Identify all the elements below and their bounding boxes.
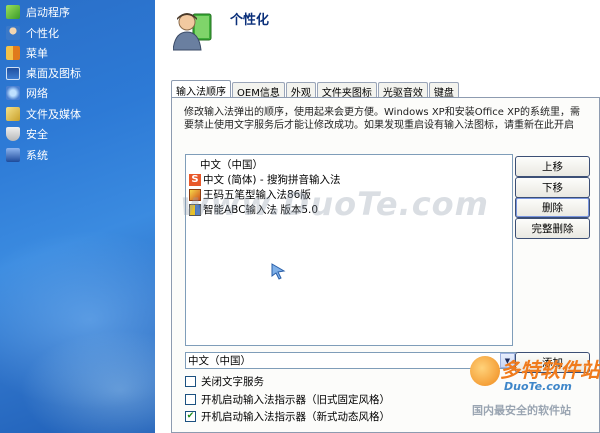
watermark-brand: 多特软件站 (500, 358, 600, 382)
sidebar-item-desktop[interactable]: 桌面及图标 (6, 64, 81, 82)
watermark-logo: 多特软件站 DuoTe.com 国内最安全的软件站 (470, 352, 600, 422)
list-item-label: 中文（中国） (200, 159, 263, 171)
sidebar-item-label: 文件及媒体 (26, 108, 81, 121)
watermark-site: DuoTe.com (504, 380, 572, 393)
network-icon (6, 86, 20, 100)
language-select-value: 中文（中国） (188, 355, 251, 367)
media-icon (6, 107, 20, 121)
checkbox-label: 开机启动输入法指示器（新式动态风格） (201, 410, 390, 423)
sidebar-item-personalize[interactable]: 个性化 (6, 24, 59, 42)
sidebar-item-label: 安全 (26, 128, 48, 141)
checkbox-box[interactable] (185, 393, 196, 405)
sidebar-item-startup[interactable]: 启动程序 (6, 3, 70, 21)
list-item[interactable]: 中文（中国） (200, 157, 263, 172)
sidebar-item-label: 个性化 (26, 27, 59, 40)
close-text-services-checkbox[interactable]: 关闭文字服务 (185, 374, 264, 388)
checkbox-label: 关闭文字服务 (201, 375, 264, 388)
ime-listbox[interactable]: 中文（中国） S 中文 (简体) - 搜狗拼音输入法 王码五笔型输入法86版 智… (185, 154, 513, 346)
checkbox-box[interactable]: ✔ (185, 410, 196, 422)
sidebar-item-label: 桌面及图标 (26, 67, 81, 80)
delete-button[interactable]: 删除 (515, 197, 590, 218)
personalize-header-icon (173, 13, 212, 51)
description-text: 修改输入法弹出的顺序，使用起来会更方便。Windows XP和安装Office … (184, 107, 580, 131)
sidebar-item-label: 系统 (26, 149, 48, 162)
personalize-icon (6, 26, 20, 40)
tab-bar: 输入法顺序 OEM信息 外观 文件夹图标 光驱音效 键盘 (171, 80, 460, 99)
page-title: 个性化 (230, 13, 270, 28)
sidebar-item-media[interactable]: 文件及媒体 (6, 105, 81, 123)
move-down-button[interactable]: 下移 (515, 177, 590, 198)
menu-icon (6, 46, 20, 60)
sidebar-item-network[interactable]: 网络 (6, 84, 48, 102)
checkbox-label: 开机启动输入法指示器（旧式固定风格） (201, 393, 390, 406)
sogou-icon: S (189, 173, 201, 186)
startup-icon (6, 5, 20, 19)
system-icon (6, 148, 20, 162)
sidebar: 启动程序 个性化 菜单 桌面及图标 网络 文件及媒体 安全 系统 (0, 0, 155, 433)
watermark-slogan: 国内最安全的软件站 (472, 404, 571, 417)
mouse-cursor-icon (271, 263, 286, 280)
sidebar-item-system[interactable]: 系统 (6, 146, 48, 164)
sidebar-item-security[interactable]: 安全 (6, 125, 48, 143)
move-up-button[interactable]: 上移 (515, 156, 590, 177)
watermark-text: www.DuoTe.com (180, 185, 489, 223)
security-icon (6, 127, 20, 141)
old-style-indicator-checkbox[interactable]: 开机启动输入法指示器（旧式固定风格） (185, 392, 390, 406)
delete-complete-button[interactable]: 完整删除 (515, 218, 590, 239)
new-style-indicator-checkbox[interactable]: ✔ 开机启动输入法指示器（新式动态风格） (185, 409, 390, 423)
checkbox-box[interactable] (185, 375, 196, 387)
logo-circle-icon (470, 356, 500, 386)
sidebar-item-label: 启动程序 (26, 6, 70, 19)
sidebar-item-menu[interactable]: 菜单 (6, 44, 48, 62)
sidebar-item-label: 菜单 (26, 47, 48, 60)
sidebar-item-label: 网络 (26, 87, 48, 100)
language-select[interactable]: 中文（中国） ▼ (185, 352, 517, 369)
desktop-icon (6, 66, 20, 80)
